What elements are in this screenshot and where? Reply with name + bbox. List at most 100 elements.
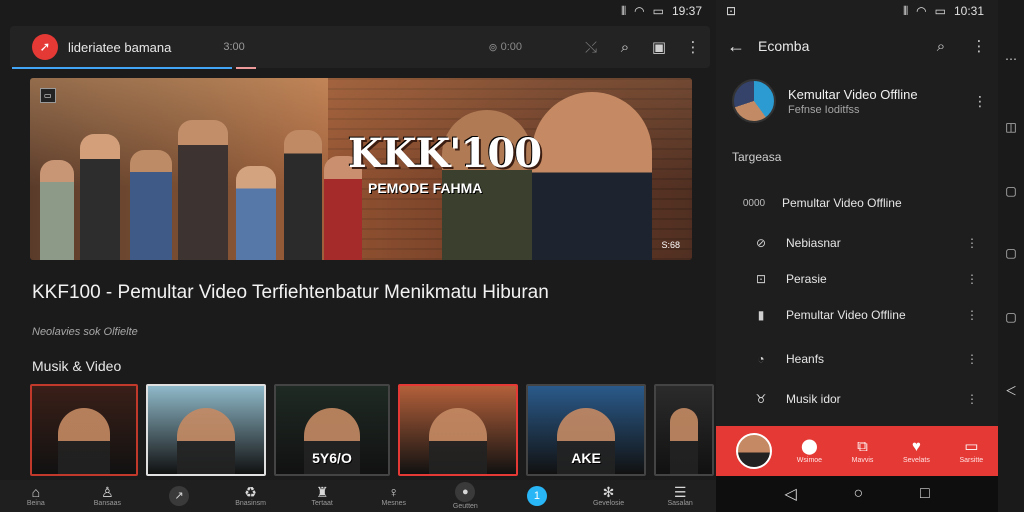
menu-item-more-icon[interactable]: ⋮ (964, 272, 980, 286)
system-back-icon[interactable]: ◁ (784, 484, 796, 504)
nav-icon: ● (455, 482, 476, 502)
panel-section-label: Targeasa (732, 150, 782, 164)
top-actions: ⊚ 0:00 ⤯ ⌕ ▣ ⋮ (488, 32, 710, 62)
menu-item-more-icon[interactable]: ⋮ (964, 308, 980, 322)
footer-action-label: Sarsitte (959, 456, 984, 464)
queue-icon[interactable]: ▣ (642, 32, 676, 62)
hero-presenter (532, 92, 652, 260)
menu-item-icon: ◔ (757, 352, 765, 366)
nav-item[interactable]: ✻ Gevelosie (573, 485, 645, 507)
nav-label: Gevelosie (592, 500, 625, 507)
footer-action[interactable]: ⬤ Wsimoe (797, 437, 822, 464)
nav-icon: ♙ (101, 484, 114, 500)
video-thumbnail[interactable] (654, 384, 714, 476)
edge-rotate-icon[interactable]: ◫ (1004, 120, 1018, 134)
video-thumbnail[interactable]: 5Y6/O (274, 384, 390, 476)
video-thumbnail[interactable] (146, 384, 266, 476)
menu-item-more-icon[interactable]: ⋮ (964, 352, 980, 366)
menu-item-label: Pemultar Video Offline (782, 196, 902, 210)
footer-action[interactable]: ⧉ Mavvis (852, 437, 874, 464)
edge-toolbar: ⋯ ◫ ▢ ▢ ▢ ＜ (998, 0, 1024, 512)
footer-action-icon: ⬤ (801, 437, 818, 455)
video-thumbnail[interactable]: AKE (526, 384, 646, 476)
edge-stop-icon[interactable]: ▢ (1004, 310, 1018, 324)
edge-more-icon[interactable]: ⋯ (1004, 52, 1018, 66)
vibrate-icon: ⫴ (621, 3, 627, 18)
nav-item[interactable]: ♙ Bansaas (72, 485, 144, 507)
menu-item-icon: ♉ (755, 392, 767, 406)
nav-label: Geutten (452, 503, 478, 510)
cast-indicator[interactable]: ⊚ 0:00 (488, 41, 522, 54)
system-home-icon[interactable]: ○ (853, 485, 863, 503)
footer-action[interactable]: ♥ Sevelats (903, 437, 930, 464)
hero-banner[interactable]: ▭ KKK'100 PEMODE FAHMA S:68 (30, 78, 692, 260)
panel-menu-item[interactable]: ◔ Heanfs ⋮ (716, 344, 998, 374)
cast-icon: ⊚ (488, 41, 498, 54)
nav-item[interactable]: ♜ Tertaat (286, 485, 358, 507)
menu-item-label: Perasie (786, 272, 827, 286)
channel-more-icon[interactable]: ⋮ (972, 93, 988, 110)
nav-label: Bnasinsm (235, 500, 266, 507)
thumbnail-subject (429, 408, 487, 474)
system-recents-icon[interactable]: □ (920, 485, 930, 503)
panel-menu-item[interactable]: ♉ Musik idor ⋮ (716, 384, 998, 414)
panel-menu-item[interactable]: ▮ Pemultar Video Offline ⋮ (716, 300, 998, 330)
nav-item[interactable]: ↗ (143, 485, 215, 507)
hero-band-group (40, 120, 370, 260)
nav-item[interactable]: ♻ Bnasinsm (215, 485, 287, 507)
nav-icon: ⌂ (31, 484, 41, 500)
battery-icon: ▭ (934, 4, 946, 18)
nav-item[interactable]: ☰ Sasalan (644, 485, 716, 507)
edge-round-icon[interactable]: ▢ (1004, 246, 1018, 260)
video-thumbnail[interactable] (398, 384, 518, 476)
panel-menu-item[interactable]: 0000 Pemultar Video Offline (716, 188, 998, 218)
side-panel: ⊡ ⫴ ◠ ▭ 10:31 ← Ecomba ⌕ ⋮ Kemultar Vide… (716, 0, 998, 476)
nav-icon: ♀ (388, 484, 400, 500)
user-avatar[interactable] (736, 433, 772, 469)
channel-card[interactable]: Kemultar Video Offline Fefnse Ioditfss ⋮ (732, 76, 988, 126)
thumbnail-subject (58, 408, 110, 474)
hero-title: KKK'100 (348, 130, 542, 177)
nav-label: Bansaas (93, 500, 122, 507)
edge-back-icon[interactable]: ＜ (1004, 384, 1018, 398)
thumbnail-row: 5Y6/O AKE (30, 384, 720, 476)
more-options-icon[interactable]: ⋮ (960, 31, 998, 61)
system-navigation: ◁ ○ □ (716, 476, 998, 512)
edge-square-icon[interactable]: ▢ (1004, 184, 1018, 198)
panel-menu-item[interactable]: ⊡ Perasie ⋮ (716, 264, 998, 294)
video-thumbnail[interactable] (30, 384, 138, 476)
menu-item-more-icon[interactable]: ⋮ (964, 236, 980, 250)
footer-action-icon: ⧉ (857, 437, 868, 455)
vibrate-icon: ⫴ (903, 3, 909, 18)
panel-status-bar: ⊡ ⫴ ◠ ▭ 10:31 (716, 0, 998, 22)
app-title: lideriatee bamana (68, 39, 172, 55)
nav-item[interactable]: ⌂ Beina (0, 485, 72, 507)
thumbnail-subject (670, 408, 698, 474)
more-options-icon[interactable]: ⋮ (676, 32, 710, 62)
nav-label: Tertaat (311, 500, 333, 507)
back-arrow-icon[interactable]: ← (716, 36, 756, 57)
app-logo-icon[interactable]: ➚ (32, 34, 58, 60)
footer-action-label: Sevelats (903, 456, 930, 464)
status-bar: ⫴ ◠ ▭ 19:37 (0, 0, 716, 22)
panel-menu-item[interactable]: ⊘ Nebiasnar ⋮ (716, 228, 998, 258)
menu-item-more-icon[interactable]: ⋮ (964, 392, 980, 406)
app-meta: 3:00 (223, 41, 245, 53)
nav-item[interactable]: ♀ Mesnes (358, 485, 430, 507)
menu-item-label: Heanfs (786, 352, 825, 366)
menu-item-icon: ⊡ (755, 272, 767, 286)
nav-item[interactable]: 1 (501, 485, 573, 507)
nav-item[interactable]: ● Geutten (430, 482, 502, 510)
channel-name: Kemultar Video Offline (788, 86, 918, 102)
search-icon[interactable]: ⌕ (608, 32, 642, 62)
share-icon[interactable]: ⤯ (574, 32, 608, 62)
search-icon[interactable]: ⌕ (922, 31, 960, 61)
channel-subtitle: Fefnse Ioditfss (788, 103, 860, 116)
nav-icon: ♜ (315, 484, 329, 500)
menu-item-icon: 0000 (742, 197, 766, 209)
footer-action[interactable]: ▭ Sarsitte (959, 438, 984, 464)
footer-action-icon: ♥ (911, 437, 921, 455)
video-subtitle: Neolavies sok Olfielte (32, 326, 138, 338)
thumbnail-title: 5Y6/O (312, 450, 352, 466)
hero-badge: ▭ (40, 88, 56, 103)
